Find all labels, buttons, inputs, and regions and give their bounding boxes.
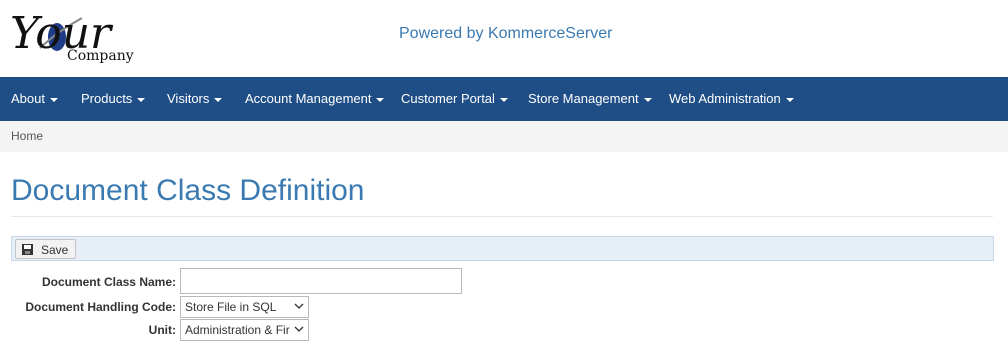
chevron-down-icon [294,326,304,332]
document-class-name-input[interactable] [180,268,462,294]
title-divider [11,216,993,217]
save-label: Save [41,243,69,257]
nav-products[interactable]: Products [81,77,146,121]
form-toolbar: Save [11,236,994,261]
document-class-name-label: Document Class Name: [41,275,176,289]
caret-down-icon [49,97,58,102]
nav-store-management[interactable]: Store Management [528,77,652,121]
powered-by-text: Powered by KommerceServer [399,25,613,42]
document-handling-code-select[interactable]: Store File in SQL [180,296,309,318]
unit-value: Administration & Fir [185,323,290,337]
caret-down-icon [643,97,652,102]
caret-down-icon [376,97,385,102]
floppy-disk-icon [22,244,33,255]
caret-down-icon [137,97,146,102]
nav-about[interactable]: About [11,77,58,121]
page-title: Document Class Definition [11,174,365,207]
unit-select[interactable]: Administration & Fir [180,319,309,341]
unit-label: Unit: [148,323,176,337]
nav-customer-portal[interactable]: Customer Portal [401,77,508,121]
nav-visitors[interactable]: Visitors [167,77,223,121]
site-header: Your Company Powered by KommerceServer [0,0,1008,77]
breadcrumb-home[interactable]: Home [11,129,43,143]
caret-down-icon [214,97,223,102]
document-handling-code-label: Document Handling Code: [25,300,176,314]
company-logo[interactable]: Your Company [10,4,150,70]
chevron-down-icon [294,303,304,309]
document-handling-code-value: Store File in SQL [185,300,277,314]
breadcrumb: Home [0,121,1008,152]
nav-web-administration[interactable]: Web Administration [669,77,794,121]
caret-down-icon [785,97,794,102]
nav-account-management[interactable]: Account Management [245,77,385,121]
main-navbar: About Products Visitors Account Manageme… [0,77,1008,121]
save-button[interactable]: Save [15,239,76,259]
caret-down-icon [499,97,508,102]
logo-company: Company [67,48,134,64]
